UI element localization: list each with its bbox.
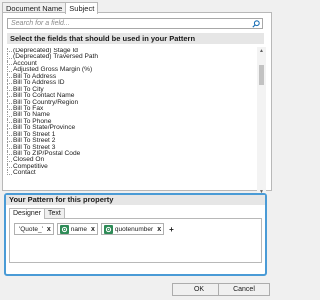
pattern-token-field[interactable]: quotenumber x — [100, 223, 165, 235]
pattern-tokens: 'Quote_' x name x quotenumber x + — [14, 223, 174, 235]
field-icon — [103, 224, 113, 234]
fields-header: Select the fields that should be used in… — [7, 33, 264, 44]
remove-token-icon[interactable]: x — [157, 226, 161, 233]
remove-token-icon[interactable]: x — [91, 226, 95, 233]
remove-token-icon[interactable]: x — [47, 226, 51, 233]
token-label: 'Quote_' — [19, 225, 43, 233]
search-input[interactable]: Search for a field... — [7, 18, 263, 29]
field-selection-panel: Search for a field... Select the fields … — [2, 12, 272, 196]
pattern-header: Your Pattern for this property — [6, 195, 265, 205]
field-item[interactable]: Contact — [7, 169, 256, 176]
pattern-token-text[interactable]: 'Quote_' x — [14, 223, 54, 235]
search-placeholder: Search for a field... — [11, 20, 70, 27]
pattern-panel: Your Pattern for this property Designer … — [4, 193, 267, 276]
add-token-button[interactable]: + — [169, 225, 174, 234]
field-list: (Deprecated) Stage Id (Deprecated) Trave… — [7, 48, 256, 203]
search-icon[interactable] — [251, 19, 261, 28]
token-label: name — [70, 225, 87, 233]
field-list-scrollbar[interactable]: ▲ ▼ — [257, 47, 266, 196]
scroll-up-arrow-icon[interactable]: ▲ — [257, 47, 266, 55]
tab-text[interactable]: Text — [44, 208, 65, 218]
tab-designer[interactable]: Designer — [9, 208, 46, 219]
cancel-button[interactable]: Cancel — [218, 283, 270, 296]
tab-subject[interactable]: Subject — [65, 2, 99, 14]
dialog-footer: OK Cancel — [0, 280, 274, 300]
pattern-tabs: Designer Text — [9, 208, 65, 219]
scrollbar-thumb[interactable] — [259, 65, 264, 85]
field-icon — [59, 224, 69, 234]
pattern-token-field[interactable]: name x — [56, 223, 98, 235]
token-label: quotenumber — [114, 225, 154, 233]
pattern-designer[interactable]: 'Quote_' x name x quotenumber x + — [9, 218, 262, 263]
